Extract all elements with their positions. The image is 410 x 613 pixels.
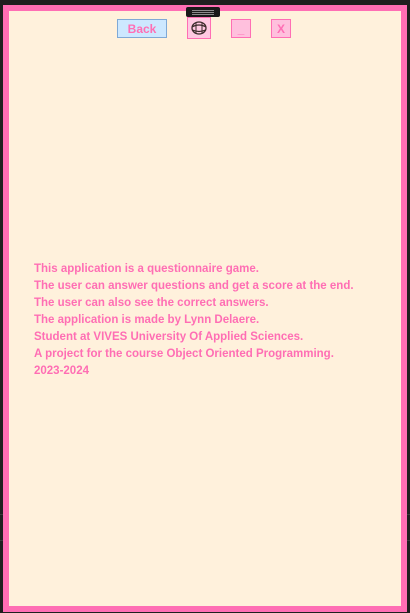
drag-handle[interactable]	[186, 7, 220, 17]
about-line: The user can answer questions and get a …	[34, 280, 354, 292]
globe-icon	[191, 21, 207, 35]
about-line: This application is a questionnaire game…	[34, 263, 259, 275]
back-button[interactable]: Back	[117, 19, 167, 38]
about-line: A project for the course Object Oriented…	[34, 348, 334, 360]
about-line: The user can also see the correct answer…	[34, 297, 269, 309]
close-button[interactable]: X	[271, 19, 291, 38]
about-line: Student at VIVES University Of Applied S…	[34, 331, 304, 343]
globe-button[interactable]	[187, 17, 211, 39]
about-text: This application is a questionnaire game…	[34, 261, 384, 380]
about-line: The application is made by Lynn Delaere.	[34, 314, 260, 326]
about-line: 2023-2024	[34, 365, 89, 377]
minimize-button[interactable]: _	[231, 19, 251, 38]
